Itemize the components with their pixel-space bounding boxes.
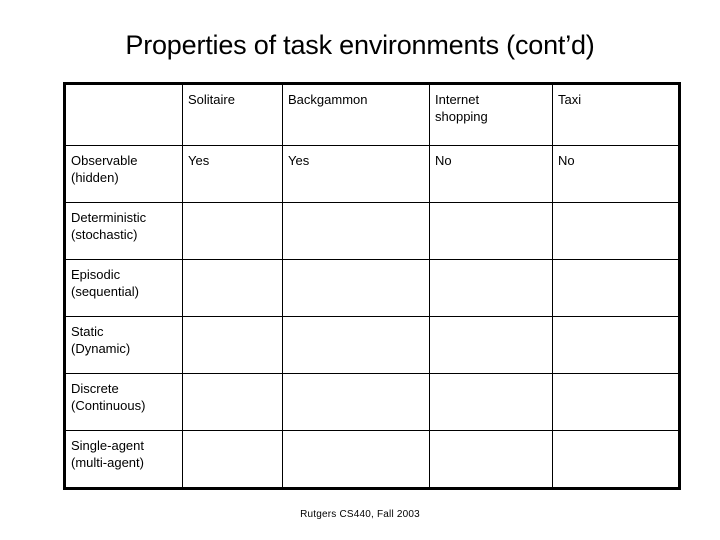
cell-single-agent-taxi — [552, 430, 680, 489]
table-header: Solitaire Backgammon Internet shopping T… — [64, 83, 680, 146]
column-header-internet-shopping-line2: shopping — [435, 109, 488, 124]
row-label-deterministic: Deterministic (stochastic) — [64, 202, 183, 260]
cell-observable-solitaire: Yes — [182, 145, 283, 203]
column-header-backgammon: Backgammon — [282, 83, 430, 146]
row-label-line1: Episodic — [71, 267, 121, 282]
page-title: Properties of task environments (cont’d) — [125, 30, 595, 60]
column-header-solitaire: Solitaire — [182, 83, 283, 146]
table-row: Observable (hidden) Yes Yes No No — [64, 145, 680, 203]
table-header-row: Solitaire Backgammon Internet shopping T… — [64, 83, 680, 146]
cell-deterministic-internet-shopping — [429, 202, 553, 260]
row-label-line2: (Continuous) — [71, 398, 146, 413]
task-environments-table: Solitaire Backgammon Internet shopping T… — [63, 82, 681, 490]
table-row: Deterministic (stochastic) — [64, 202, 680, 260]
row-label-line2: (sequential) — [71, 284, 139, 299]
cell-single-agent-internet-shopping — [429, 430, 553, 489]
table-row: Single-agent (multi-agent) — [64, 430, 680, 489]
row-label-line2: (hidden) — [71, 170, 119, 185]
cell-discrete-solitaire — [182, 373, 283, 431]
cell-static-solitaire — [182, 316, 283, 374]
row-label-static: Static (Dynamic) — [64, 316, 183, 374]
column-header-internet-shopping: Internet shopping — [429, 83, 553, 146]
row-label-line2: (stochastic) — [71, 227, 138, 242]
cell-discrete-internet-shopping — [429, 373, 553, 431]
row-label-line1: Static — [71, 324, 104, 339]
row-label-discrete: Discrete (Continuous) — [64, 373, 183, 431]
row-label-line1: Deterministic — [71, 210, 147, 225]
cell-observable-internet-shopping: No — [429, 145, 553, 203]
cell-deterministic-backgammon — [282, 202, 430, 260]
row-label-episodic: Episodic (sequential) — [64, 259, 183, 317]
column-header-internet-shopping-line1: Internet — [435, 92, 480, 107]
row-label-single-agent: Single-agent (multi-agent) — [64, 430, 183, 489]
table-body: Observable (hidden) Yes Yes No No Determ… — [64, 145, 680, 489]
row-label-line1: Single-agent — [71, 438, 144, 453]
cell-single-agent-solitaire — [182, 430, 283, 489]
cell-deterministic-solitaire — [182, 202, 283, 260]
cell-episodic-solitaire — [182, 259, 283, 317]
slide-footer: Rutgers CS440, Fall 2003 — [300, 509, 420, 520]
column-header-property — [64, 83, 183, 146]
cell-single-agent-backgammon — [282, 430, 430, 489]
cell-static-backgammon — [282, 316, 430, 374]
cell-observable-taxi: No — [552, 145, 680, 203]
table-row: Episodic (sequential) — [64, 259, 680, 317]
cell-deterministic-taxi — [552, 202, 680, 260]
slide: Properties of task environments (cont’d)… — [0, 0, 720, 540]
cell-episodic-backgammon — [282, 259, 430, 317]
cell-episodic-taxi — [552, 259, 680, 317]
row-label-line2: (Dynamic) — [71, 341, 131, 356]
cell-observable-backgammon: Yes — [282, 145, 430, 203]
row-label-line2: (multi-agent) — [71, 455, 144, 470]
cell-static-internet-shopping — [429, 316, 553, 374]
cell-discrete-taxi — [552, 373, 680, 431]
column-header-taxi: Taxi — [552, 83, 680, 146]
row-label-line1: Discrete — [71, 381, 119, 396]
row-label-line1: Observable — [71, 153, 138, 168]
table-row: Static (Dynamic) — [64, 316, 680, 374]
table-row: Discrete (Continuous) — [64, 373, 680, 431]
cell-static-taxi — [552, 316, 680, 374]
task-environments-table-container: Solitaire Backgammon Internet shopping T… — [63, 82, 681, 490]
row-label-observable: Observable (hidden) — [64, 145, 183, 203]
cell-discrete-backgammon — [282, 373, 430, 431]
cell-episodic-internet-shopping — [429, 259, 553, 317]
